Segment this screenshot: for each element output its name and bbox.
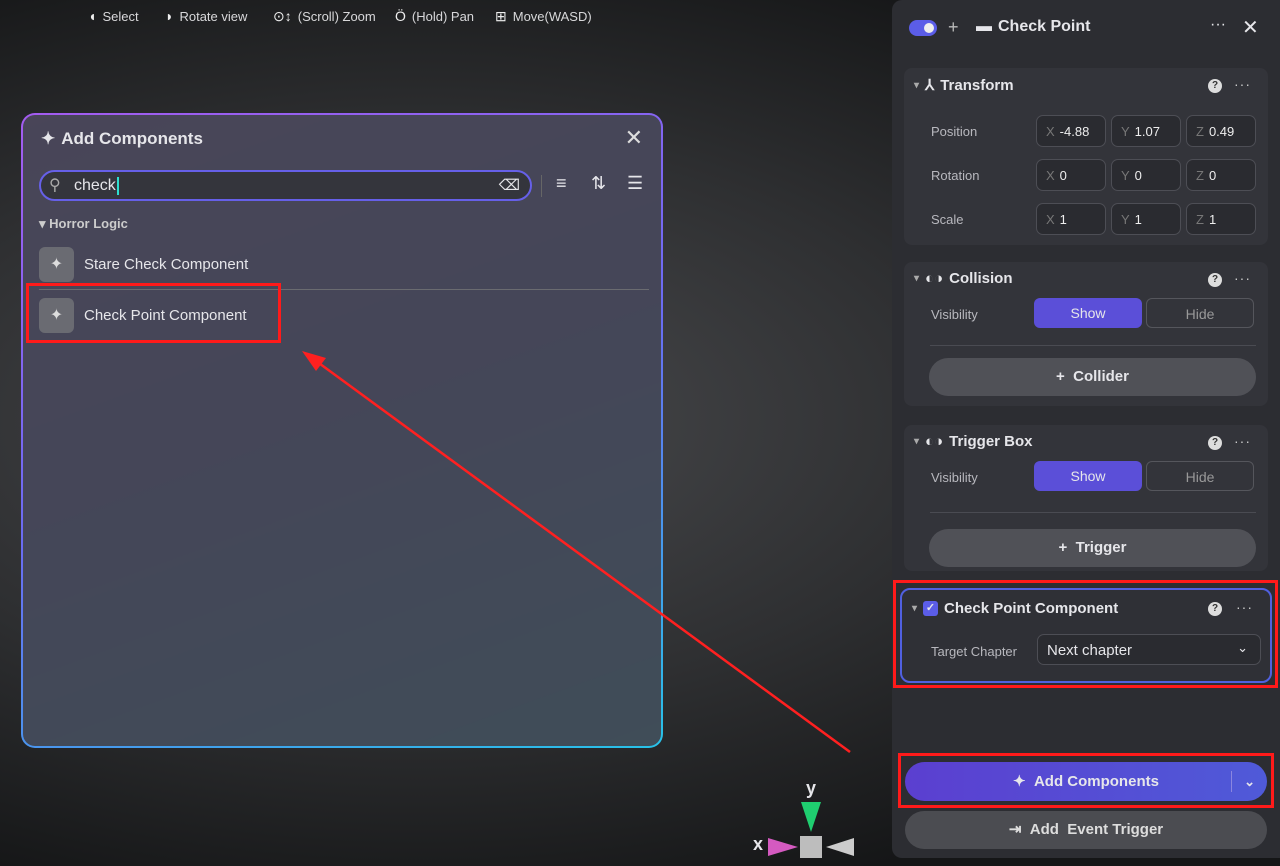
add-icon[interactable]: +	[948, 17, 959, 38]
scale-y-input[interactable]: Y1	[1111, 203, 1181, 235]
transform-section: ▾ ⅄ Transform ? ··· Position X -4.88 Y 1.07 …	[904, 68, 1268, 245]
position-x-input[interactable]: X -4.88	[1036, 115, 1106, 147]
more-icon[interactable]: ···	[1210, 16, 1226, 34]
collision-section: ▾ ◐◑ Collision ? ··· Visibility Show Hide …	[904, 262, 1268, 406]
rotation-x-input[interactable]: X0	[1036, 159, 1106, 191]
y-axis-handle	[801, 802, 821, 832]
collapse-icon[interactable]: ▾	[914, 80, 919, 91]
collapse-icon[interactable]: ▾	[912, 603, 917, 614]
inspector-panel: + ▬ Check Point ··· ✕ ▾ ⅄ Transform ? ··· P…	[892, 0, 1280, 858]
z-axis-handle	[826, 838, 854, 856]
position-z-input[interactable]: Z 0.49	[1186, 115, 1256, 147]
add-collider-button[interactable]: + Collider	[929, 358, 1256, 396]
rotation-z-input[interactable]: Z0	[1186, 159, 1256, 191]
scale-x-input[interactable]: X1	[1036, 203, 1106, 235]
x-axis-handle	[768, 838, 798, 856]
more-icon[interactable]: ···	[1234, 270, 1251, 286]
enter-icon: ⇥	[1008, 821, 1022, 838]
add-components-button[interactable]: ✦ Add Components ⌄	[905, 762, 1267, 801]
center-handle	[800, 836, 822, 858]
chevron-down-icon[interactable]: ⌄	[1244, 762, 1255, 801]
trigger-box-section: ▾ ◐◑ Trigger Box ? ··· Visibility Show Hid…	[904, 425, 1268, 571]
collapse-icon[interactable]: ▾	[914, 273, 919, 284]
axis-gizmo[interactable]: y x	[750, 778, 860, 866]
panel-title: Check Point	[998, 18, 1091, 35]
add-trigger-button[interactable]: + Trigger	[929, 529, 1256, 567]
chevron-down-icon: ⌄	[1237, 640, 1248, 655]
check-point-component-section: ▾ ✓ Check Point Component ? ··· Target Cha…	[900, 588, 1272, 683]
close-icon[interactable]: ✕	[1242, 15, 1259, 40]
enabled-checkbox[interactable]: ✓	[923, 601, 939, 616]
hide-button[interactable]: Hide	[1146, 298, 1254, 328]
rotation-y-input[interactable]: Y0	[1111, 159, 1181, 191]
folder-icon: ▬	[976, 18, 992, 35]
help-icon[interactable]: ?	[1208, 273, 1222, 287]
add-event-trigger-button[interactable]: ⇥ Add Event Trigger	[905, 811, 1267, 849]
trigger-icon: ◐◑	[925, 433, 944, 450]
target-chapter-select[interactable]: Next chapter ⌄	[1037, 634, 1261, 665]
hide-button[interactable]: Hide	[1146, 461, 1254, 491]
collision-icon: ◐◑	[925, 270, 944, 287]
show-button[interactable]: Show	[1034, 461, 1142, 491]
transform-icon: ⅄	[925, 77, 935, 94]
help-icon[interactable]: ?	[1208, 602, 1222, 616]
help-icon[interactable]: ?	[1208, 436, 1222, 450]
enable-toggle[interactable]	[909, 20, 937, 36]
more-icon[interactable]: ···	[1234, 433, 1251, 449]
puzzle-icon: ✦	[1013, 773, 1026, 790]
help-icon[interactable]: ?	[1208, 79, 1222, 93]
show-button[interactable]: Show	[1034, 298, 1142, 328]
scale-z-input[interactable]: Z1	[1186, 203, 1256, 235]
position-y-input[interactable]: Y 1.07	[1111, 115, 1181, 147]
more-icon[interactable]: ···	[1236, 599, 1253, 615]
more-icon[interactable]: ···	[1234, 76, 1251, 92]
collapse-icon[interactable]: ▾	[914, 436, 919, 447]
